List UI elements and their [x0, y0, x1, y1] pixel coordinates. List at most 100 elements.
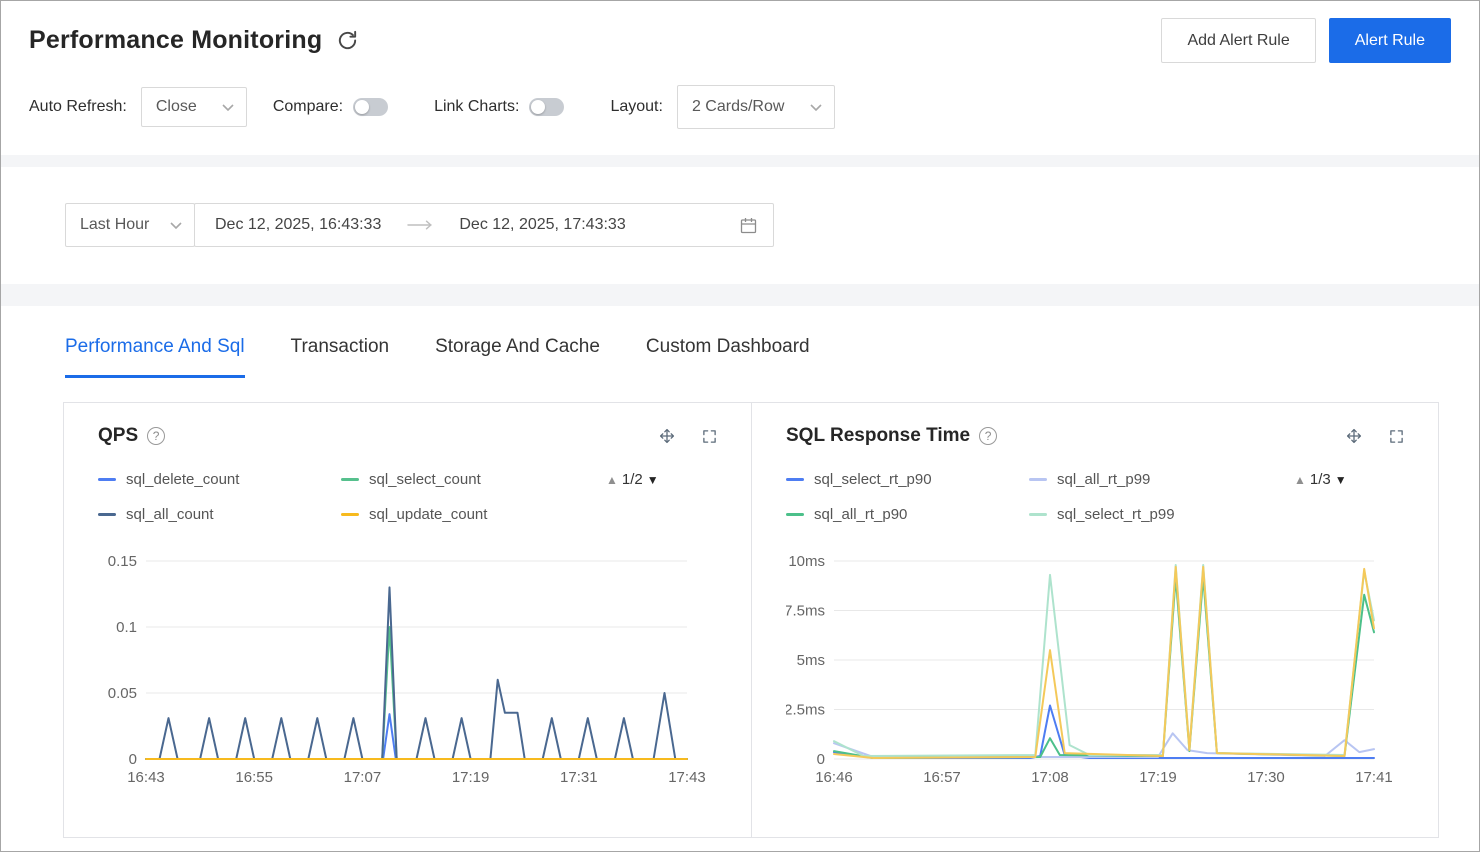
auto-refresh-label: Auto Refresh:	[29, 98, 127, 115]
legend-pager: ▲ 1/2 ▼	[606, 471, 717, 488]
legend-label: sql_delete_count	[126, 471, 240, 488]
page-title: Performance Monitoring	[29, 26, 323, 54]
tab-performance-and-sql[interactable]: Performance And Sql	[65, 336, 245, 378]
legend-pager: ▲ 1/3 ▼	[1294, 471, 1404, 488]
legend-label: sql_select_count	[369, 471, 481, 488]
svg-text:16:57: 16:57	[923, 769, 961, 786]
svg-text:0.15: 0.15	[108, 553, 137, 570]
legend-marker-icon	[98, 478, 116, 481]
legend-item[interactable]: sql_select_count	[341, 471, 606, 488]
date-range-picker[interactable]: Dec 12, 2025, 16:43:33 Dec 12, 2025, 17:…	[194, 203, 774, 247]
legend-item[interactable]: sql_delete_count	[98, 471, 341, 488]
tab-custom-dashboard[interactable]: Custom Dashboard	[646, 336, 810, 378]
svg-text:17:30: 17:30	[1247, 769, 1285, 786]
svg-text:17:19: 17:19	[452, 769, 490, 786]
refresh-icon[interactable]	[336, 29, 359, 52]
legend-marker-icon	[786, 478, 804, 481]
sql-response-time-chart-canvas[interactable]: 0 2.5ms 5ms 7.5ms 10ms 16:46 16:57 17:08 17:19 17…	[786, 537, 1404, 789]
chevron-down-icon	[810, 103, 822, 111]
chart-tools	[659, 428, 717, 444]
time-filter-card: Last Hour Dec 12, 2025, 16:43:33 Dec 12,…	[1, 167, 1479, 284]
help-icon[interactable]	[979, 427, 998, 445]
time-preset-value: Last Hour	[80, 216, 150, 233]
svg-text:5ms: 5ms	[797, 652, 825, 669]
legend-page-indicator: 1/2	[621, 471, 643, 488]
svg-text:17:31: 17:31	[560, 769, 598, 786]
legend-item[interactable]: sql_all_rt_p90	[786, 506, 1029, 523]
legend-marker-icon	[98, 513, 116, 516]
svg-text:2.5ms: 2.5ms	[786, 702, 825, 719]
range-start-value: Dec 12, 2025, 16:43:33	[215, 216, 382, 233]
chart-title: QPS	[98, 425, 139, 446]
layout-select[interactable]: 2 Cards/Row	[676, 85, 835, 129]
move-chart-icon[interactable]	[659, 428, 675, 444]
chart-header: QPS	[98, 425, 717, 447]
legend-label: sql_update_count	[369, 506, 488, 523]
svg-text:16:55: 16:55	[235, 769, 273, 786]
move-chart-icon[interactable]	[1346, 428, 1362, 444]
legend-label: sql_all_rt_p99	[1057, 471, 1151, 488]
auto-refresh-select[interactable]: Close	[140, 87, 247, 127]
legend-item[interactable]: sql_update_count	[341, 506, 606, 523]
auto-refresh-value: Close	[155, 98, 197, 115]
range-end-value: Dec 12, 2025, 17:43:33	[459, 216, 626, 233]
toggle-knob	[355, 100, 370, 114]
tab-bar: Performance And Sql Transaction Storage …	[65, 336, 1479, 378]
legend-label: sql_all_rt_p90	[814, 506, 908, 523]
layout-value: 2 Cards/Row	[691, 98, 785, 115]
legend-marker-icon	[1029, 478, 1047, 481]
controls-row: Auto Refresh: Close Compare: Link Charts…	[1, 73, 1479, 155]
legend-item[interactable]: sql_all_count	[98, 506, 341, 523]
time-preset-select[interactable]: Last Hour	[65, 203, 195, 247]
tab-storage-and-cache[interactable]: Storage And Cache	[435, 336, 600, 378]
add-alert-rule-button[interactable]: Add Alert Rule	[1161, 18, 1316, 63]
legend-label: sql_select_rt_p99	[1057, 506, 1175, 523]
alert-rule-button[interactable]: Alert Rule	[1328, 18, 1451, 63]
svg-text:0.05: 0.05	[108, 685, 137, 702]
chevron-down-icon	[222, 103, 234, 111]
svg-text:0.1: 0.1	[116, 619, 137, 636]
help-icon[interactable]	[147, 427, 166, 445]
compare-toggle[interactable]	[353, 98, 389, 116]
legend-label: sql_select_rt_p90	[814, 471, 932, 488]
section-divider	[1, 284, 1479, 306]
tab-transaction[interactable]: Transaction	[291, 336, 390, 378]
legend-prev-icon[interactable]: ▲	[606, 474, 618, 486]
legend-marker-icon	[341, 513, 359, 516]
svg-text:17:08: 17:08	[1031, 769, 1069, 786]
link-charts-toggle[interactable]	[529, 98, 565, 116]
topbar: Performance Monitoring Add Alert Rule Al…	[1, 1, 1479, 73]
layout-label: Layout:	[610, 98, 663, 115]
link-charts-label: Link Charts:	[434, 98, 520, 115]
legend-item[interactable]: sql_select_rt_p90	[786, 471, 1029, 488]
qps-chart-card: QPS sql_delete_count sql_select_count ▲1/2…	[64, 403, 751, 837]
chevron-down-icon	[170, 221, 182, 229]
toggle-knob	[531, 100, 546, 114]
legend-prev-icon[interactable]: ▲	[1294, 474, 1306, 486]
legend-next-icon[interactable]: ▼	[1335, 474, 1347, 486]
legend-next-icon[interactable]: ▼	[647, 474, 659, 486]
legend-item[interactable]: sql_select_rt_p99	[1029, 506, 1294, 523]
legend-marker-icon	[341, 478, 359, 481]
svg-text:17:41: 17:41	[1355, 769, 1393, 786]
topbar-actions: Add Alert Rule Alert Rule	[1161, 18, 1451, 63]
fullscreen-icon[interactable]	[1389, 429, 1404, 444]
charts-grid: QPS sql_delete_countsql_select_count▲1/2…	[63, 402, 1439, 838]
compare-label: Compare:	[272, 98, 344, 115]
svg-text:0: 0	[129, 751, 137, 768]
svg-text:7.5ms: 7.5ms	[786, 603, 825, 620]
legend-item[interactable]: sql_all_rt_p99	[1029, 471, 1294, 488]
fullscreen-icon[interactable]	[702, 429, 717, 444]
svg-text:10ms: 10ms	[788, 553, 825, 570]
svg-text:16:43: 16:43	[127, 769, 165, 786]
legend-marker-icon	[786, 513, 804, 516]
svg-text:17:43: 17:43	[668, 769, 706, 786]
chart-legend: sql_delete_count sql_select_count ▲ 1/2 ▼ sql…	[98, 471, 717, 523]
arrow-right-icon	[407, 220, 433, 230]
svg-text:17:19: 17:19	[1139, 769, 1177, 786]
legend-label: sql_all_count	[126, 506, 214, 523]
chart-title: SQL Response Time	[786, 425, 971, 446]
svg-text:0: 0	[817, 751, 825, 768]
chart-legend: sql_select_rt_p90 sql_all_rt_p99 ▲ 1/3 ▼ sql_…	[786, 471, 1404, 523]
qps-chart-canvas[interactable]: 0 0.05 0.1 0.15 16:43 16:55 17:07 17:19 17:31 17:…	[98, 537, 717, 789]
